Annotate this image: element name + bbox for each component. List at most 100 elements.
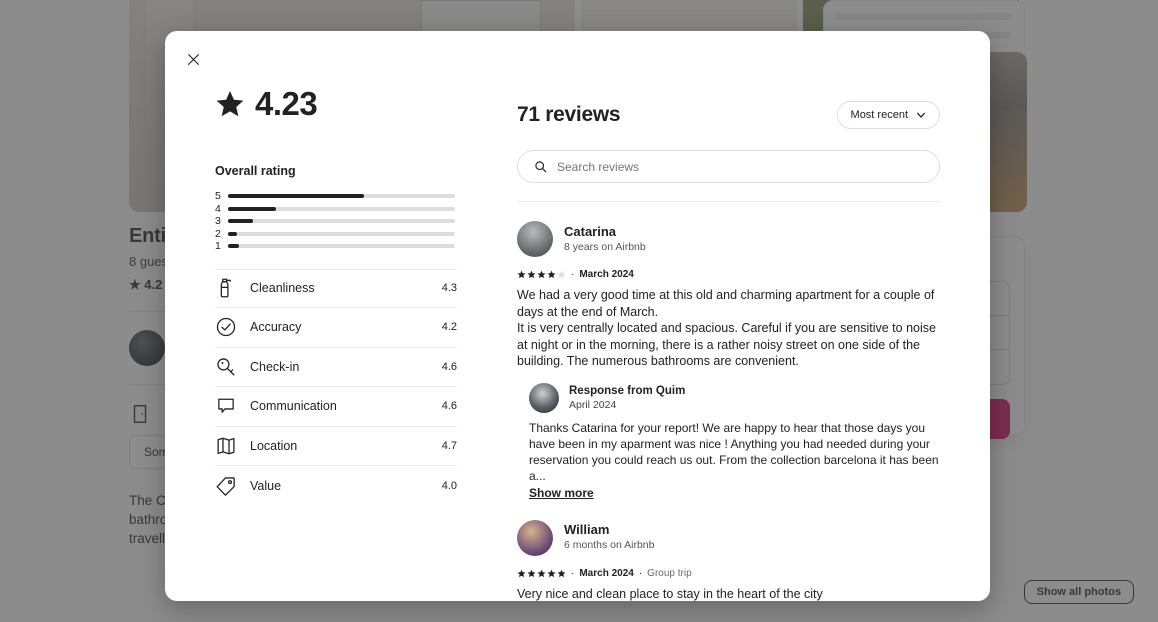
rating-bar-row-1: 1 <box>215 240 455 253</box>
show-more-link[interactable]: Show more <box>529 486 594 500</box>
category-label: Value <box>250 478 282 493</box>
reviewer-identity: Catarina 8 years on Airbnb <box>564 224 646 255</box>
rating-bar-track <box>228 244 455 249</box>
separator-dot: · <box>638 567 643 579</box>
overall-score-row: 4.23 <box>215 85 495 123</box>
rating-bar-label: 3 <box>215 215 221 228</box>
chevron-down-icon <box>917 112 925 118</box>
key-icon <box>215 356 237 378</box>
spray-bottle-icon <box>215 277 237 299</box>
star-icon <box>557 569 566 577</box>
map-icon <box>215 435 237 457</box>
reviewer-name: William <box>564 522 610 537</box>
rating-bar-label: 1 <box>215 240 221 253</box>
reviewer-tenure: 6 months on Airbnb <box>564 539 655 551</box>
star-icon <box>517 270 526 279</box>
reviewer-name: Catarina <box>564 223 617 239</box>
close-icon[interactable] <box>179 45 207 73</box>
review-item: William 6 months on Airbnb · March 2024 · Gro… <box>517 519 940 602</box>
host-identity: Response from Quim April 2024 <box>569 384 685 412</box>
review-date: March 2024 <box>579 567 634 579</box>
reviews-list-pane: 71 reviews Most recent Catarina8 years o… <box>495 31 990 601</box>
category-label: Communication <box>250 399 337 414</box>
rating-bar-label: 5 <box>215 190 221 203</box>
check-circle-icon <box>215 316 237 338</box>
avatar[interactable] <box>517 221 553 257</box>
reviewer-header: Catarina 8 years on Airbnb <box>517 221 940 257</box>
category-value: 4.7 <box>441 439 457 452</box>
category-ratings-list: Cleanliness 4.3 Accuracy 4.2 Check-in 4.6 Comm… <box>215 268 457 506</box>
reviewer-identity: William 6 months on Airbnb <box>564 522 654 553</box>
review-text: Very nice and clean place to stay in the… <box>517 586 940 602</box>
category-value: 4.3 <box>441 282 457 295</box>
category-label: Check-in <box>250 359 300 374</box>
screen: Show all photos Entir 8 gues ★ 4.2 Som T… <box>0 0 1158 622</box>
avatar[interactable] <box>529 382 559 413</box>
category-label: Accuracy <box>250 320 302 335</box>
review-trip-type: Group trip <box>647 567 692 579</box>
rating-bar-fill <box>228 206 276 211</box>
reviewer-tenure: 8 years on Airbnb <box>564 240 646 253</box>
star-rating <box>517 569 566 578</box>
category-row-accuracy: Accuracy 4.2 <box>215 308 457 348</box>
host-response-header: Response from Quim April 2024 <box>529 382 940 413</box>
separator-dot: · <box>571 567 575 579</box>
sort-dropdown[interactable]: Most recent <box>836 101 940 129</box>
rating-bar-track <box>228 231 455 236</box>
category-row-cleanliness: Cleanliness 4.3 <box>215 268 457 308</box>
review-text-line: Very nice and clean place to stay in the… <box>517 586 823 601</box>
category-label: Cleanliness <box>250 281 315 296</box>
overall-score: 4.23 <box>255 85 318 122</box>
review-date: March 2024 <box>579 269 634 280</box>
review-text: We had a very good time at this old and … <box>517 287 940 370</box>
rating-bar-fill <box>228 219 253 224</box>
overall-rating-title: Overall rating <box>215 164 296 178</box>
reviews-modal: 4.23 Overall rating 54321 Cleanliness 4.3… <box>165 31 990 601</box>
star-icon <box>537 569 546 577</box>
sort-label: Most recent <box>850 109 908 121</box>
star-icon <box>527 270 536 279</box>
star-icon <box>527 569 536 577</box>
category-label: Location <box>250 438 298 453</box>
rating-bar-fill <box>228 194 365 199</box>
rating-bar-track <box>228 194 455 199</box>
rating-bar-fill <box>228 244 240 249</box>
search-reviews-box[interactable] <box>517 150 940 183</box>
reviews-header: 71 reviews Most recent <box>517 101 940 129</box>
host-response: Response from Quim April 2024 Thanks Catar… <box>529 382 940 502</box>
reviews-count: 71 reviews <box>517 103 621 126</box>
category-row-communication: Communication 4.6 <box>215 387 457 427</box>
review-meta-row: · March 2024 <box>517 269 940 280</box>
rating-bar-fill <box>228 231 238 236</box>
separator-dot: · <box>571 269 575 280</box>
star-rating <box>517 270 566 279</box>
host-response-text: Thanks Catarina for your report! We are … <box>529 420 939 483</box>
category-row-check-in: Check-in 4.6 <box>215 348 457 387</box>
rating-bar-row-2: 2 <box>215 228 455 241</box>
star-icon <box>547 270 556 279</box>
rating-bar-row-5: 5 <box>215 190 455 203</box>
star-icon <box>557 270 566 279</box>
category-value: 4.6 <box>441 360 457 373</box>
rating-bar-track <box>228 206 455 211</box>
rating-bar-track <box>228 219 455 224</box>
ratings-summary-pane: 4.23 Overall rating 54321 Cleanliness 4.3… <box>165 31 495 601</box>
review-item: Catarina 8 years on Airbnb · March 2024 We h… <box>517 221 940 502</box>
review-text-line: It is very centrally located and spaciou… <box>517 321 936 368</box>
rating-bar-row-3: 3 <box>215 215 455 228</box>
reviews-list: Catarina 8 years on Airbnb · March 2024 We h… <box>517 201 940 601</box>
category-value: 4.0 <box>441 479 457 492</box>
rating-bar-label: 4 <box>215 202 221 215</box>
host-response-name: Response from Quim <box>569 384 686 397</box>
star-icon <box>547 569 556 577</box>
search-input[interactable] <box>557 159 923 174</box>
host-response-date: April 2024 <box>569 398 617 411</box>
rating-distribution-chart: 54321 <box>215 190 455 253</box>
avatar[interactable] <box>517 519 553 556</box>
category-value: 4.6 <box>441 400 457 413</box>
speech-bubble-icon <box>215 395 237 417</box>
review-text-line: We had a very good time at this old and … <box>517 288 935 319</box>
review-meta-row: · March 2024 · Group trip <box>517 568 940 579</box>
rating-bar-row-4: 4 <box>215 203 455 216</box>
star-icon <box>517 569 526 577</box>
